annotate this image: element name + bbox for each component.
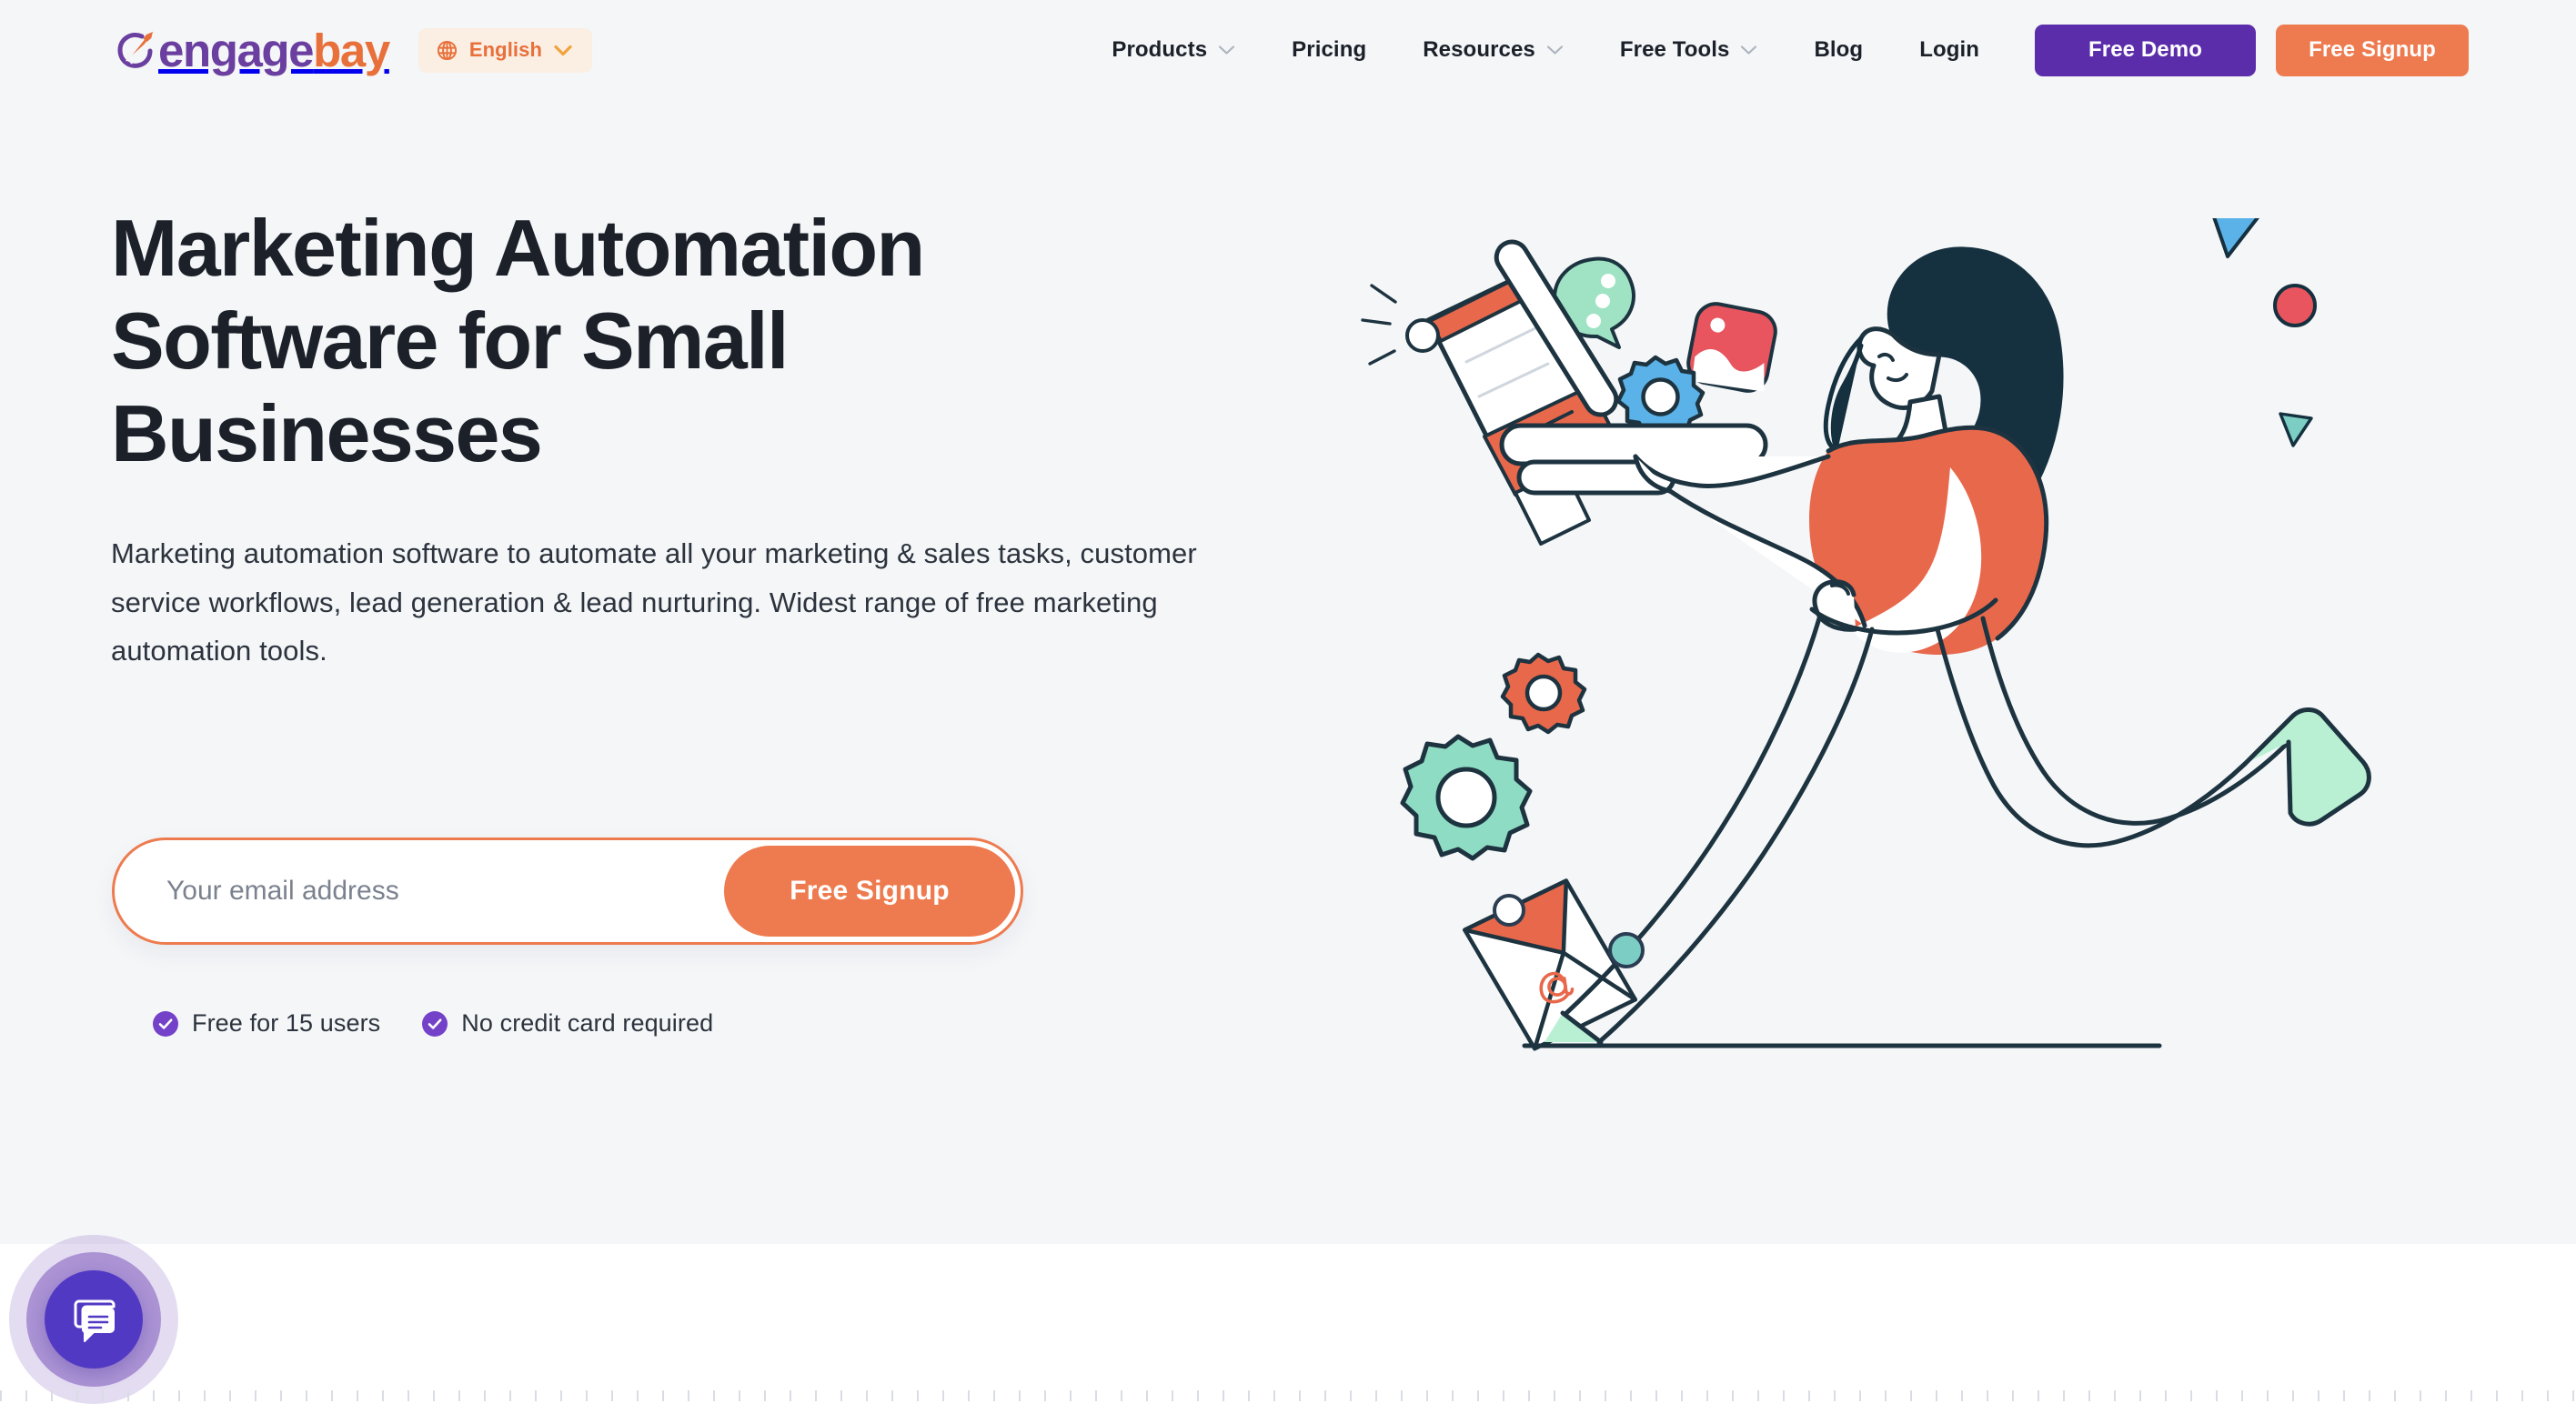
hero-title-line-3: Businesses — [111, 388, 543, 479]
assurance-no-credit-card: No credit card required — [422, 1009, 713, 1038]
globe-icon — [437, 40, 458, 61]
hero-free-signup-button[interactable]: Free Signup — [724, 846, 1015, 937]
page-root: engagebay English Products Pricing Resou… — [0, 0, 2576, 1404]
nav-item-products[interactable]: Products — [1083, 37, 1263, 63]
chevron-down-icon — [1546, 45, 1564, 55]
engagebay-logo[interactable]: engagebay — [111, 24, 390, 76]
check-circle-icon — [422, 1010, 448, 1037]
nav-item-login[interactable]: Login — [1891, 37, 2007, 63]
check-circle-icon — [153, 1010, 178, 1037]
hero-signup-form: Free Signup — [112, 837, 1023, 945]
engagebay-swoosh-logo-icon — [111, 25, 162, 75]
logo-wordmark: engagebay — [158, 24, 390, 76]
nav-label: Pricing — [1292, 37, 1367, 62]
nav-label: Free Tools — [1619, 37, 1730, 62]
language-selector[interactable]: English — [418, 27, 592, 73]
woman-running-with-laptop-illustration — [1346, 218, 2520, 1155]
nav-item-resources[interactable]: Resources — [1394, 37, 1592, 63]
logo-word-part1: engage — [158, 24, 315, 76]
mint-gear-icon — [1400, 734, 1533, 861]
nav-label: Blog — [1814, 37, 1864, 62]
brand-block: engagebay English — [111, 24, 592, 76]
free-demo-button[interactable]: Free Demo — [2035, 24, 2256, 76]
photo-icon — [1686, 302, 1777, 393]
hero-assurances: Free for 15 users No credit card require… — [153, 1009, 713, 1038]
main-navigation: Products Pricing Resources Free Tools Bl… — [1083, 24, 2469, 76]
assurance-label: No credit card required — [461, 1009, 714, 1037]
nav-label: Resources — [1423, 37, 1535, 62]
language-label: English — [468, 38, 542, 61]
assurance-free-for-15-users: Free for 15 users — [153, 1009, 380, 1038]
hero-copy: Marketing Automation Software for Small … — [111, 202, 1197, 675]
nav-item-blog[interactable]: Blog — [1786, 37, 1891, 63]
outline-circle-shape — [1493, 894, 1525, 927]
chevron-down-icon — [1740, 45, 1757, 55]
assurance-label: Free for 15 users — [192, 1009, 381, 1037]
email-field[interactable] — [115, 840, 724, 942]
logo-word-part2: bay — [313, 24, 390, 76]
nav-item-pricing[interactable]: Pricing — [1263, 37, 1394, 63]
bottom-dashed-divider — [0, 1390, 2576, 1401]
teal-triangle-shape — [2279, 412, 2313, 447]
hero-title-line-1: Marketing Automation — [111, 203, 925, 293]
teal-circle-shape — [1608, 932, 1645, 968]
chat-bubbles-icon — [70, 1296, 117, 1343]
nav-label: Login — [1919, 37, 1979, 62]
hero-subtitle: Marketing automation software to automat… — [111, 537, 1197, 667]
chat-launcher-button[interactable] — [9, 1235, 178, 1404]
chevron-down-icon — [554, 45, 572, 56]
red-circle-shape — [2273, 284, 2317, 327]
page-title: Marketing Automation Software for Small … — [111, 202, 1166, 480]
nav-item-free-tools[interactable]: Free Tools — [1592, 37, 1786, 63]
chat-launcher-ring — [26, 1252, 161, 1387]
hero-section: engagebay English Products Pricing Resou… — [0, 0, 2576, 1244]
hero-title-line-2: Software for Small — [111, 296, 789, 386]
site-header: engagebay English Products Pricing Resou… — [0, 0, 2576, 100]
chat-launcher-core — [45, 1270, 143, 1369]
nav-label: Products — [1112, 37, 1208, 62]
hero-body: Marketing Automation Software for Small … — [0, 100, 2576, 1244]
coral-gear-icon — [1500, 652, 1587, 735]
header-free-signup-button[interactable]: Free Signup — [2276, 24, 2469, 76]
chevron-down-icon — [1218, 45, 1235, 55]
blue-triangle-shape — [2212, 218, 2259, 258]
